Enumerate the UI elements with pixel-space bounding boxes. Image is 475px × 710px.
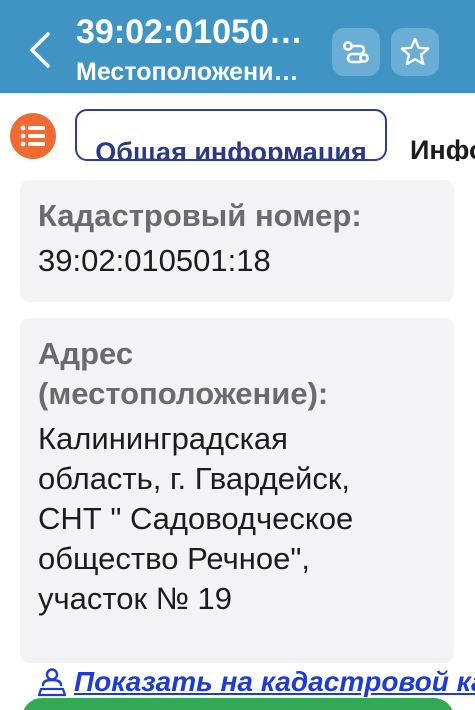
route-icon — [343, 41, 369, 64]
list-icon — [20, 125, 45, 147]
address-line: Калининградская — [38, 421, 288, 456]
address-line: СНТ " Садоводческое — [38, 501, 354, 536]
cadastral-number-value: 39:02:010501:18 — [38, 243, 271, 278]
menu-button[interactable] — [10, 113, 56, 159]
address-line: область, г. Гвардейск, — [38, 461, 351, 496]
tab-general-info[interactable]: Общая информация — [75, 109, 387, 161]
chevron-left-icon — [30, 32, 50, 68]
favorite-button[interactable] — [391, 28, 439, 76]
page-subtitle: Местоположени… — [76, 58, 299, 86]
share-button[interactable] — [332, 28, 380, 76]
address-label-line: (местоположение): — [38, 376, 329, 411]
app-screen: 39:02:01050… Местоположени… Общая информ… — [0, 0, 475, 710]
address-line: участок № 19 — [38, 581, 233, 616]
address-label-line: Адрес — [38, 336, 134, 371]
cadastral-number-card: Кадастровый номер: 39:02:010501:18 — [20, 180, 454, 302]
cadastral-number-label: Кадастровый номер: — [38, 198, 362, 233]
tab-general-info-label: Общая информация — [95, 137, 367, 161]
address-value: Калининградская область, г. Гвардейск, С… — [38, 419, 436, 619]
bottom-action-button[interactable] — [22, 698, 454, 710]
header-titles: 39:02:01050… Местоположени… — [76, 10, 326, 88]
tab-info[interactable]: Инфо — [398, 109, 475, 161]
tab-info-label: Инфо — [410, 135, 475, 161]
tab-bar: Общая информация Инфо — [0, 93, 475, 163]
star-outline-icon — [400, 37, 430, 66]
top-app-bar: 39:02:01050… Местоположени… — [0, 0, 475, 93]
show-on-map-link[interactable]: Показать на кадастровой карте — [38, 662, 475, 702]
address-line: общество Речное", — [38, 541, 310, 576]
page-title: 39:02:01050… — [76, 13, 303, 51]
person-pin-icon — [38, 668, 66, 697]
show-on-map-label: Показать на кадастровой карте — [74, 666, 475, 697]
address-card: Адрес (местоположение): Калининградская … — [20, 318, 454, 663]
back-button[interactable] — [22, 26, 58, 74]
